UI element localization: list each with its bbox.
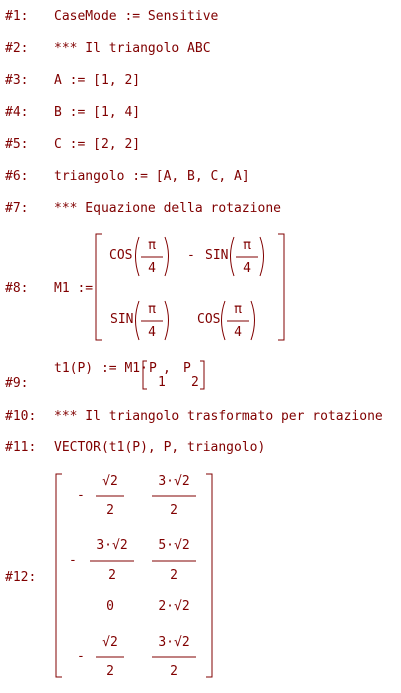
numerator: 3·√2	[158, 474, 190, 489]
matrix-cell: 2·√2	[158, 599, 190, 614]
minus-sign: -	[69, 553, 77, 568]
numerator: 3·√2	[158, 635, 190, 650]
denominator: 2	[108, 568, 116, 583]
result-matrix-lines	[55, 473, 213, 678]
numerator: √2	[102, 635, 118, 650]
numerator: √2	[102, 474, 118, 489]
matrix-cell: 0	[106, 599, 114, 614]
denominator: 2	[106, 503, 114, 518]
denominator: 2	[170, 503, 178, 518]
denominator: 2	[106, 664, 114, 679]
denominator: 2	[170, 568, 178, 583]
numerator: 3·√2	[96, 538, 128, 553]
numerator: 5·√2	[158, 538, 190, 553]
left-bracket	[55, 473, 62, 678]
minus-sign: -	[77, 649, 85, 664]
denominator: 2	[170, 664, 178, 679]
right-bracket	[206, 473, 213, 678]
minus-sign: -	[77, 488, 85, 503]
